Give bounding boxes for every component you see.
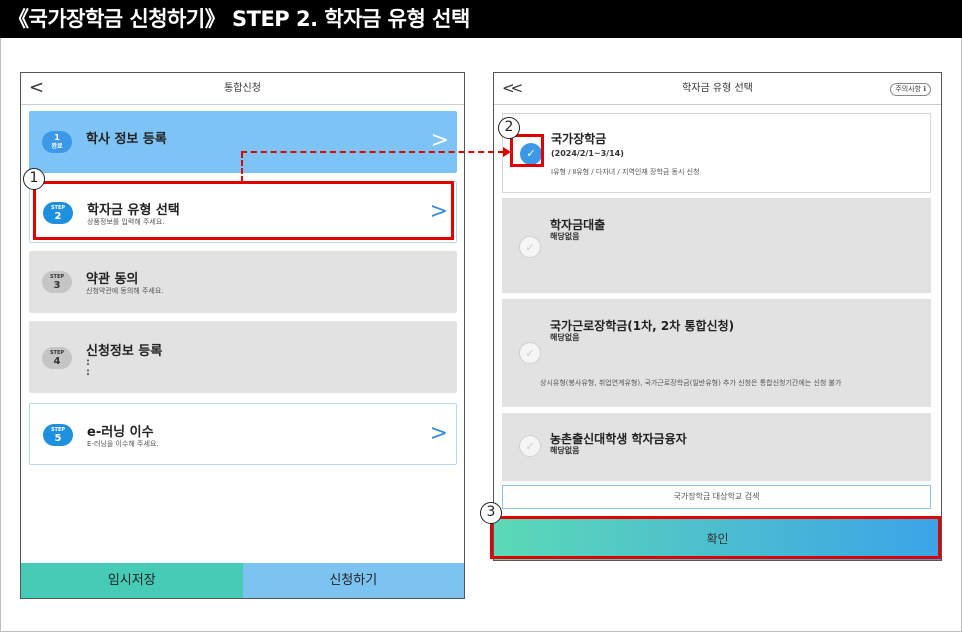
step-4-card[interactable]: STEP 4 신청정보 등록 : : [29, 321, 457, 393]
step-5-badge: STEP 5 [43, 424, 73, 446]
step-5-card[interactable]: STEP 5 e-러닝 이수 E-러닝을 이수해 주세요. > [29, 403, 457, 465]
step-1-card[interactable]: 1 완료 학사 정보 등록 > [29, 111, 457, 173]
annotation-number-3: 3 [480, 502, 502, 524]
right-header: << 학자금 유형 선택 주의사항 ℹ [494, 73, 941, 105]
highlight-box-1 [33, 181, 454, 240]
check-icon[interactable]: ✓ [519, 236, 541, 258]
school-search-button[interactable]: 국가장학금 대상학교 검색 [502, 485, 931, 509]
step-3-subtitle: 신청약관에 동의해 주세요. [86, 287, 164, 295]
temporary-save-button[interactable]: 임시저장 [21, 563, 243, 598]
page-title: 《국가장학금 신청하기》 STEP 2. 학자금 유형 선택 [0, 0, 962, 38]
step-3-card[interactable]: STEP 3 약관 동의 신청약관에 동의해 주세요. [29, 251, 457, 313]
type-card-national-scholarship[interactable]: ✓ 국가장학금 (2024/2/1~3/14) Ⅰ유형 / Ⅱ유형 / 다자녀 … [502, 113, 931, 193]
step-4-title: 신청정보 등록 [86, 344, 163, 359]
highlight-box-3 [490, 516, 941, 559]
connector-line-horizontal [241, 151, 504, 153]
annotation-number-1: 1 [23, 168, 45, 190]
annotation-number-2: 2 [498, 117, 520, 139]
notice-button[interactable]: 주의사항 ℹ [890, 83, 931, 96]
type-status: 해당없음 [550, 446, 580, 455]
type-note: Ⅰ유형 / Ⅱ유형 / 다자녀 / 지역인재 장학금 동시 신청 [551, 168, 700, 176]
left-header-title: 통합신청 [224, 83, 261, 94]
type-card-work-study[interactable]: ✓ 국가근로장학금(1차, 2차 통합신청) 해당없음 상시유형(봉사유형, 취… [502, 299, 931, 407]
step-5-subtitle: E-러닝을 이수해 주세요. [87, 440, 159, 448]
right-header-title: 학자금 유형 선택 [682, 83, 753, 94]
check-icon[interactable]: ✓ [519, 435, 541, 457]
double-back-arrow-icon[interactable]: << [502, 73, 523, 103]
step-3-title: 약관 동의 [86, 272, 139, 287]
step-3-badge: STEP 3 [42, 271, 72, 293]
type-status: 해당없음 [550, 333, 580, 342]
step-4-badge: STEP 4 [42, 347, 72, 369]
apply-button[interactable]: 신청하기 [242, 563, 464, 598]
step-1-title: 학사 정보 등록 [86, 132, 167, 147]
type-card-rural-student-loan[interactable]: ✓ 농촌출신대학생 학자금융자 해당없음 [502, 413, 931, 481]
left-header: < 통합신청 [21, 73, 464, 105]
type-period: (2024/2/1~3/14) [551, 149, 624, 158]
step-4-subtitle: : [86, 367, 90, 378]
type-title: 국가장학금 [551, 132, 607, 146]
check-icon[interactable]: ✓ [519, 342, 541, 364]
step-5-title: e-러닝 이수 [87, 425, 154, 440]
right-phone-screen: << 학자금 유형 선택 주의사항 ℹ ✓ 국가장학금 (2024/2/1~3/… [493, 72, 942, 561]
chevron-right-icon[interactable]: > [430, 421, 448, 447]
back-arrow-icon[interactable]: < [29, 73, 44, 103]
step-1-badge: 1 완료 [42, 131, 72, 153]
type-note: 상시유형(봉사유형, 취업연계유형), 국가근로장학금(일반유형) 추가 신청은… [540, 379, 842, 387]
highlight-box-2 [510, 134, 544, 167]
connector-line-vertical [241, 152, 243, 182]
type-card-student-loan[interactable]: ✓ 학자금대출 해당없음 [502, 198, 931, 293]
type-status: 해당없음 [550, 232, 580, 241]
